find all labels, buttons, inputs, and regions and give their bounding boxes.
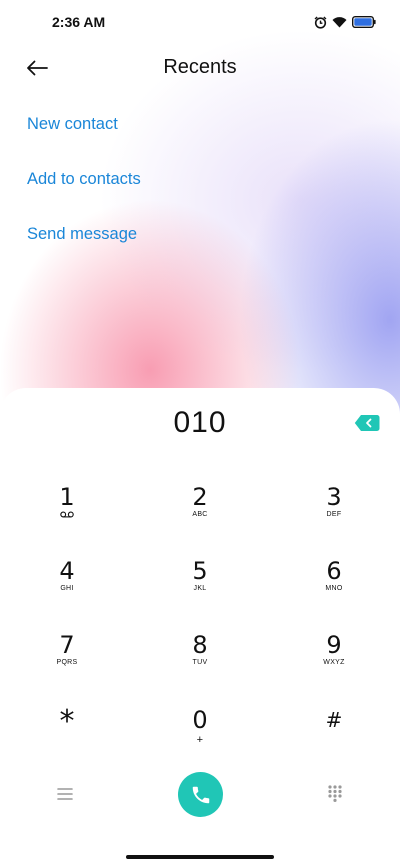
key-8[interactable]: 8 TUV bbox=[160, 631, 240, 693]
key-digit: 8 bbox=[192, 631, 208, 659]
backspace-icon bbox=[354, 415, 380, 431]
key-digit: 2 bbox=[192, 483, 208, 511]
key-star[interactable]: * bbox=[27, 706, 107, 768]
status-time: 2:36 AM bbox=[52, 14, 106, 30]
new-contact-link[interactable]: New contact bbox=[27, 113, 141, 168]
key-6[interactable]: 6 MNO bbox=[294, 557, 374, 619]
key-digit: 9 bbox=[326, 631, 342, 659]
dialpad-panel: 010 1 2 ABC 3 DEF 4 GHI 5 JKL 6 MNO 7 PQ… bbox=[0, 388, 400, 866]
key-letters: WXYZ bbox=[323, 659, 345, 666]
dialer-bottom-row bbox=[0, 764, 400, 824]
key-5[interactable]: 5 JKL bbox=[160, 557, 240, 619]
send-message-link[interactable]: Send message bbox=[27, 223, 141, 278]
status-icons bbox=[314, 15, 376, 29]
key-digit: * bbox=[59, 704, 75, 739]
menu-icon bbox=[57, 788, 73, 800]
voicemail-icon bbox=[60, 511, 74, 518]
key-letters: PQRS bbox=[56, 659, 78, 666]
key-9[interactable]: 9 WXYZ bbox=[294, 631, 374, 693]
call-button[interactable] bbox=[178, 772, 223, 817]
key-digit: 3 bbox=[326, 483, 342, 511]
alarm-icon bbox=[314, 15, 327, 29]
key-7[interactable]: 7 PQRS bbox=[27, 631, 107, 693]
phone-icon bbox=[192, 786, 209, 803]
key-digit: 6 bbox=[326, 557, 342, 585]
key-letters: MNO bbox=[325, 585, 343, 592]
key-digit: 1 bbox=[59, 483, 75, 511]
key-digit: # bbox=[325, 708, 343, 732]
key-4[interactable]: 4 GHI bbox=[27, 557, 107, 619]
battery-icon bbox=[352, 16, 376, 28]
key-2[interactable]: 2 ABC bbox=[160, 483, 240, 545]
backspace-button[interactable] bbox=[354, 414, 380, 432]
key-digit: 7 bbox=[59, 631, 75, 659]
dialed-number: 010 bbox=[173, 406, 227, 439]
key-3[interactable]: 3 DEF bbox=[294, 483, 374, 545]
keypad-toggle-button[interactable] bbox=[326, 784, 344, 802]
key-digit: 5 bbox=[192, 557, 208, 585]
key-letters: + bbox=[196, 734, 204, 746]
key-letters: JKL bbox=[193, 585, 207, 592]
key-digit: 4 bbox=[59, 557, 75, 585]
actions-list: New contact Add to contacts Send message bbox=[27, 113, 141, 278]
key-1[interactable]: 1 bbox=[27, 483, 107, 545]
key-digit: 0 bbox=[192, 706, 208, 734]
key-hash[interactable]: # bbox=[294, 706, 374, 768]
header: Recents bbox=[0, 44, 400, 92]
menu-button[interactable] bbox=[56, 786, 74, 802]
home-indicator[interactable] bbox=[126, 855, 274, 859]
add-to-contacts-link[interactable]: Add to contacts bbox=[27, 168, 141, 223]
key-letters: TUV bbox=[192, 659, 208, 666]
key-letters: ABC bbox=[192, 511, 208, 518]
status-bar: 2:36 AM bbox=[0, 0, 400, 44]
key-letters: DEF bbox=[326, 511, 342, 518]
key-letters: GHI bbox=[60, 585, 74, 592]
wifi-icon bbox=[332, 17, 347, 28]
page-title: Recents bbox=[163, 56, 237, 78]
keypad-icon bbox=[328, 785, 342, 802]
key-0[interactable]: 0 + bbox=[160, 706, 240, 768]
